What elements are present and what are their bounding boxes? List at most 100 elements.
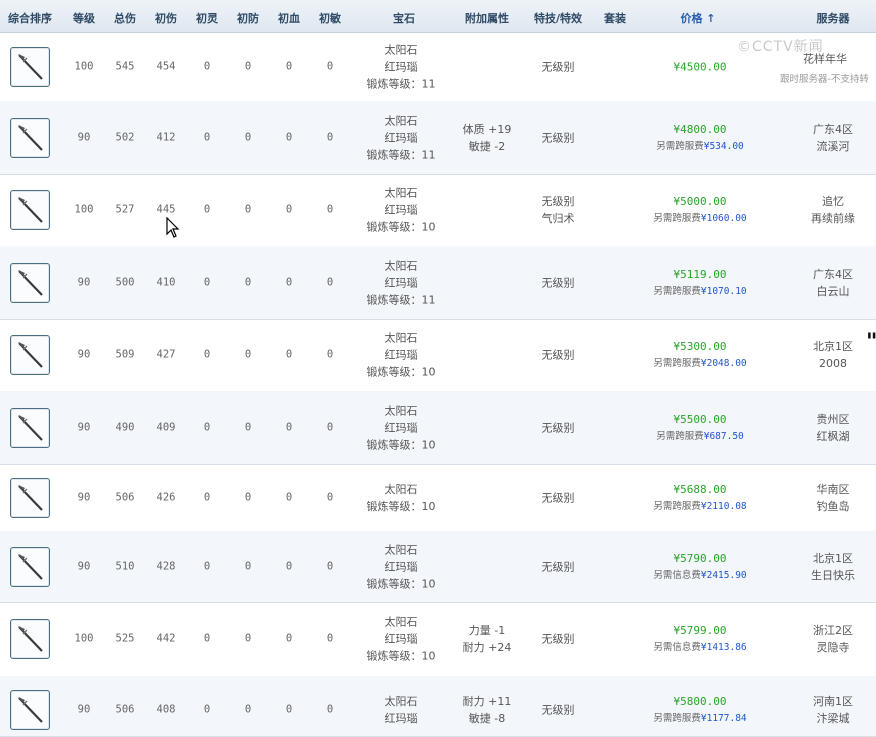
init-hp-cell: 0	[285, 421, 293, 433]
weapon-thumbnail-icon[interactable]	[10, 407, 50, 448]
init-damage-cell: 410	[156, 276, 176, 288]
price-value: ¥5790.00	[673, 551, 727, 565]
weapon-thumbnail-icon[interactable]	[10, 262, 50, 303]
column-header[interactable]: 综合排序	[8, 10, 52, 26]
skill-cell-line: 无级别	[541, 60, 575, 73]
init-ling-cell: 0	[203, 348, 211, 361]
column-header[interactable]: 服务器	[817, 10, 850, 26]
extra-fee: 另需跨服费¥2048.00	[653, 355, 746, 372]
init-hp-cell: 0	[285, 632, 293, 645]
server-cell: 广东4区 流溪河	[813, 121, 853, 155]
column-header[interactable]: 初灵	[196, 10, 218, 26]
gems-cell-line: 红玛瑙	[384, 131, 418, 144]
weapon-thumbnail-icon[interactable]	[10, 690, 50, 730]
gems-cell-line: 红玛瑙	[384, 60, 418, 73]
total-damage-cell: 490	[115, 421, 135, 433]
weapon-thumbnail-icon[interactable]	[10, 335, 50, 375]
gems-cell-line: 锻炼等级：11	[366, 148, 436, 161]
gems-cell-line: 锻炼等级：10	[366, 220, 436, 234]
gems-cell: 太阳石 红玛瑙 锻炼等级：10	[367, 185, 436, 236]
extra-attrs-cell: 力量 -1 耐力 +24	[463, 622, 512, 656]
gems-cell: 太阳石 红玛瑙 锻炼等级：11	[367, 112, 436, 163]
extra-fee-value: ¥1177.84	[700, 713, 747, 724]
column-header[interactable]: 等级	[73, 10, 95, 26]
gems-cell: 太阳石 锻炼等级：10	[367, 481, 436, 515]
listing-row[interactable]: 90 509 427 0 0 0 0 太阳石 红玛瑙 锻炼等级：10 无级别 ¥5300.00 另需跨服…	[0, 319, 876, 392]
init-damage-cell: 454	[156, 60, 176, 72]
init-agility-cell: 0	[326, 348, 334, 361]
weapon-thumbnail-icon[interactable]	[10, 546, 50, 587]
gems-cell-line: 锻炼等级：11	[366, 293, 436, 306]
skill-cell-line: 无级别	[541, 195, 575, 208]
skill-cell: 无级别	[542, 631, 575, 648]
column-header[interactable]: 附加属性	[465, 10, 509, 26]
total-damage-cell: 525	[115, 632, 135, 645]
listing-row[interactable]: 90 502 412 0 0 0 0 太阳石 红玛瑙 锻炼等级：11 体质 +19 敏捷 -2 无级别 ¥…	[0, 101, 876, 175]
extra-fee: 另需信息费¥2415.90	[653, 567, 746, 584]
gems-cell-line: 红玛瑙	[384, 632, 418, 646]
init-damage-cell: 442	[156, 632, 176, 645]
level-cell: 90	[77, 276, 91, 288]
price-cell: ¥5119.00 另需跨服费¥1070.10	[653, 266, 746, 300]
init-agility-cell: 0	[326, 560, 334, 572]
total-damage-cell: 506	[115, 703, 135, 716]
server-cell-line: 广东4区	[813, 267, 853, 281]
listing-row[interactable]: 90 500 410 0 0 0 0 太阳石 红玛瑙 锻炼等级：11 无级别 ¥5119.00 另需跨服…	[0, 246, 876, 320]
init-ling-cell: 0	[203, 421, 211, 433]
server-cell: 追忆 再续前缘	[811, 193, 855, 227]
skill-cell: 无级别	[542, 489, 575, 506]
weapon-thumbnail-icon[interactable]	[10, 619, 50, 659]
weapon-thumbnail-icon[interactable]	[10, 46, 50, 87]
server-cell-line: 流溪河	[816, 139, 850, 153]
column-header[interactable]: 套装	[604, 10, 626, 26]
column-header[interactable]: 初血	[278, 10, 300, 26]
column-header[interactable]: 初防	[237, 10, 259, 26]
init-agility-cell: 0	[326, 491, 334, 503]
server-cell: 华南区 钓鱼岛	[817, 481, 850, 515]
clipped-overlay-glyph: "	[866, 330, 876, 355]
init-damage-cell: 428	[156, 560, 176, 572]
price-cell: ¥5300.00 另需跨服费¥2048.00	[653, 338, 746, 372]
price-value: ¥5000.00	[673, 195, 727, 208]
column-header[interactable]: 宝石	[393, 10, 415, 26]
listing-row[interactable]: 90 490 409 0 0 0 0 太阳石 红玛瑙 锻炼等级：10 无级别 ¥5500.00 另需跨服…	[0, 391, 876, 465]
extra-attrs-cell-line: 耐力 +24	[462, 641, 512, 654]
listing-row[interactable]: 90 510 428 0 0 0 0 太阳石 红玛瑙 锻炼等级：10 无级别 ¥5790.00 另需信息…	[0, 531, 876, 603]
server-cell-line: 河南1区	[813, 695, 853, 708]
column-header[interactable]: 总伤	[114, 10, 136, 26]
skill-cell: 无级别 气归术	[542, 193, 575, 227]
weapon-thumbnail-icon[interactable]	[10, 477, 50, 518]
init-damage-cell: 412	[156, 131, 176, 143]
weapon-thumbnail-icon[interactable]	[10, 190, 50, 230]
gems-cell-line: 太阳石	[384, 186, 418, 200]
skill-cell-line: 气归术	[541, 212, 575, 225]
server-cell: 河南1区 汴梁城	[813, 693, 853, 727]
init-ling-cell: 0	[203, 491, 211, 503]
init-ling-cell: 0	[203, 60, 211, 72]
column-header[interactable]: 价格 ↑	[680, 10, 715, 26]
gems-cell-line: 太阳石	[384, 331, 418, 345]
extra-fee: 另需信息费¥1413.86	[653, 639, 746, 656]
extra-fee: 另需跨服费¥687.50	[656, 428, 744, 445]
server-cell: 贵州区 红枫湖	[817, 411, 850, 445]
skill-cell-line: 无级别	[541, 560, 575, 573]
column-header[interactable]: 初敏	[319, 10, 341, 26]
init-defense-cell: 0	[244, 203, 252, 216]
price-cell: ¥5500.00 另需跨服费¥687.50	[656, 411, 744, 445]
listing-row[interactable]: 100 527 445 0 0 0 0 太阳石 红玛瑙 锻炼等级：10 无级别 气归术 ¥5000.00…	[0, 174, 876, 247]
init-damage-cell: 427	[156, 348, 176, 361]
weapon-thumbnail-icon[interactable]	[10, 117, 50, 158]
gems-cell: 太阳石 红玛瑙 锻炼等级：10	[367, 614, 436, 665]
listing-row[interactable]: 100 525 442 0 0 0 0 太阳石 红玛瑙 锻炼等级：10 力量 -1 耐力 +24 无级别…	[0, 602, 876, 677]
total-damage-cell: 545	[115, 60, 135, 72]
gems-cell: 太阳石 红玛瑙	[385, 693, 418, 727]
gems-cell-line: 锻炼等级：10	[366, 365, 436, 379]
init-hp-cell: 0	[285, 276, 293, 288]
level-cell: 90	[77, 491, 91, 503]
listing-row[interactable]: 90 506 426 0 0 0 0 太阳石 锻炼等级：10 无级别 ¥5688.00 另需跨服费¥2…	[0, 464, 876, 532]
init-damage-cell: 445	[156, 203, 176, 216]
column-header[interactable]: 特技/特效	[534, 10, 582, 26]
listing-row[interactable]: 90 506 408 0 0 0 0 太阳石 红玛瑙 耐力 +11 敏捷 -8 无级别 ¥5800.00…	[0, 676, 876, 737]
gems-cell-line: 红玛瑙	[384, 560, 418, 573]
column-header[interactable]: 初伤	[155, 10, 177, 26]
